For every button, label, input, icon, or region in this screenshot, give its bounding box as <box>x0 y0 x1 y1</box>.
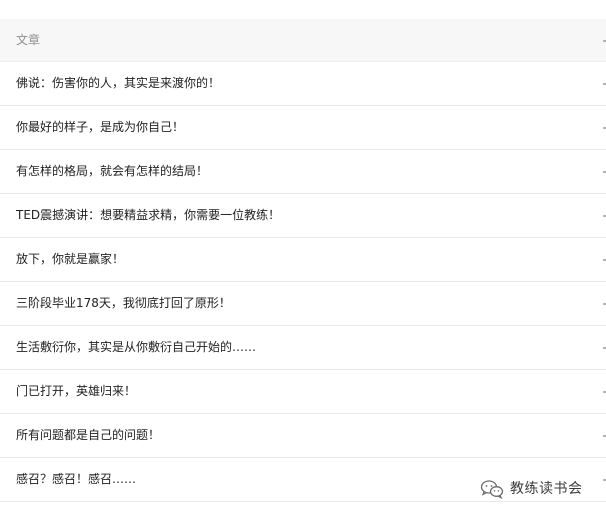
column-header-article: 文章 <box>16 33 41 47</box>
wechat-icon <box>480 479 504 499</box>
article-row[interactable]: 三阶段毕业178天，我彻底打回了原形！ <box>0 282 606 326</box>
watermark-text: 教练读书会 <box>510 481 583 497</box>
article-list: 佛说：伤害你的人，其实是来渡你的！ 你最好的样子，是成为你自己！ 有怎样的格局，… <box>0 62 606 502</box>
article-row[interactable]: 你最好的样子，是成为你自己！ <box>0 106 606 150</box>
article-title[interactable]: 佛说：伤害你的人，其实是来渡你的！ <box>16 75 220 92</box>
article-title[interactable]: 有怎样的格局，就会有怎样的结局！ <box>16 163 208 180</box>
article-row[interactable]: TED震撼演讲：想要精益求精，你需要一位教练！ <box>0 194 606 238</box>
article-title[interactable]: 你最好的样子，是成为你自己！ <box>16 119 184 136</box>
article-title[interactable]: 门已打开，英雄归来！ <box>16 383 136 400</box>
article-row[interactable]: 佛说：伤害你的人，其实是来渡你的！ <box>0 62 606 106</box>
article-list-page: 文章 佛说：伤害你的人，其实是来渡你的！ 你最好的样子，是成为你自己！ 有怎样的… <box>0 0 606 516</box>
article-title[interactable]: 三阶段毕业178天，我彻底打回了原形！ <box>16 295 231 312</box>
article-row[interactable]: 有怎样的格局，就会有怎样的结局！ <box>0 150 606 194</box>
article-row[interactable]: 门已打开，英雄归来！ <box>0 370 606 414</box>
article-row[interactable]: 生活敷衍你，其实是从你敷衍自己开始的…… <box>0 326 606 370</box>
article-title[interactable]: 放下，你就是赢家！ <box>16 251 124 268</box>
article-title[interactable]: 感召？感召！感召…… <box>16 471 136 488</box>
article-title[interactable]: TED震撼演讲：想要精益求精，你需要一位教练！ <box>16 207 280 224</box>
article-row[interactable]: 放下，你就是赢家！ <box>0 238 606 282</box>
article-row[interactable]: 所有问题都是自己的问题！ <box>0 414 606 458</box>
table-header: 文章 <box>0 19 606 62</box>
article-title[interactable]: 生活敷衍你，其实是从你敷衍自己开始的…… <box>16 339 256 356</box>
article-title[interactable]: 所有问题都是自己的问题！ <box>16 427 160 444</box>
watermark: 教练读书会 <box>480 478 583 500</box>
